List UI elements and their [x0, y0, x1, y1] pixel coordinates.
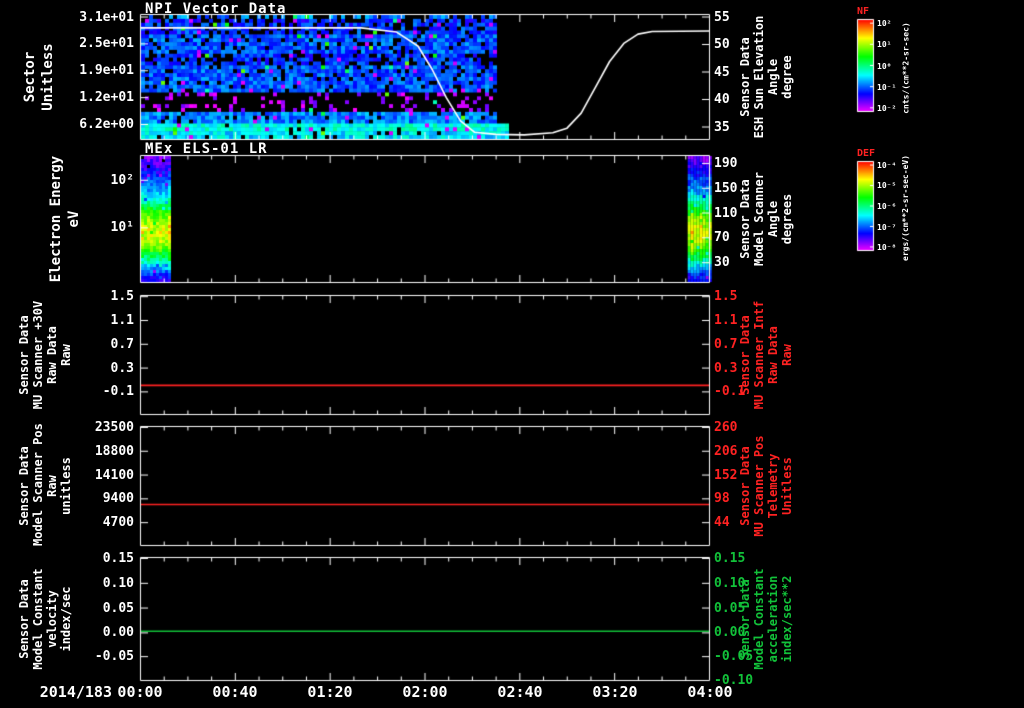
y-tick-label-right: 0.7	[714, 336, 738, 352]
y-tick-label-right: 55	[714, 9, 730, 25]
y-axis-right-label-line: Raw Data	[766, 326, 780, 384]
x-tick-label: 00:00	[117, 683, 163, 701]
y-tick-label-right: 260	[714, 419, 738, 435]
y-axis-left-label-line: Raw	[45, 475, 59, 497]
colorbar-tick-label: 10¹	[877, 40, 892, 50]
y-tick-label-left: 1.9e+01	[79, 63, 134, 79]
colorbar-tick-label: 10⁻²	[877, 104, 897, 114]
x-tick-label: 01:20	[307, 683, 353, 701]
y-axis-left-label-line: Unitless	[40, 43, 56, 111]
y-tick-label-right: 50	[714, 37, 730, 52]
y-tick-label-right: 44	[714, 515, 730, 531]
panel-title-npi: NPI Vector Data	[145, 1, 287, 17]
y-axis-right-label-line: Sensor Data	[738, 446, 752, 526]
y-tick-label-left: 6.2e+00	[79, 117, 134, 132]
x-tick-label: 00:40	[212, 683, 258, 701]
y-tick-label-right: 98	[714, 491, 730, 507]
colorbar-tick-label: 10⁻⁴	[877, 160, 897, 170]
y-tick-label-left: 1.2e+01	[79, 90, 134, 106]
colorbar-tick-label: 10⁻¹	[877, 82, 897, 92]
colorbar-tick-label: 10²	[877, 18, 892, 28]
y-axis-left-label-line: MU Scanner +30V	[31, 300, 45, 410]
y-tick-label-right: 150	[714, 180, 738, 196]
colorbar-tick-label: 10⁻⁷	[877, 222, 897, 232]
panel-title-els: MEx ELS-01 LR	[145, 141, 268, 157]
colorbar-tick-label: 10⁻⁶	[877, 202, 897, 211]
x-tick-label: 02:40	[497, 683, 543, 701]
colorbar-unit-label: ergs/(cm**2-sr-sec-eV)	[901, 155, 910, 261]
y-tick-label-right: 190	[714, 155, 738, 171]
x-tick-label: 02:00	[402, 683, 448, 701]
y-axis-right-label-line: acceleration	[766, 575, 780, 663]
y-axis-right-label-line: Sensor Data	[738, 37, 752, 117]
y-tick-label-left: 2.5e+01	[79, 36, 134, 52]
y-axis-left-label-line: eV	[66, 210, 82, 228]
y-tick-label-right: 0.3	[714, 360, 738, 376]
y-tick-label-left: 3.1e+01	[79, 9, 134, 25]
y-tick-label-right: 70	[714, 230, 730, 246]
y-axis-right-label-line: Unitless	[780, 457, 794, 515]
y-axis-left-label-line: Electron Energy	[48, 155, 64, 283]
y-axis-left-label-line: Raw Data	[45, 326, 59, 384]
y-tick-label-right: 1.5	[714, 289, 738, 305]
y-tick-label-right: 110	[714, 205, 738, 221]
y-axis-right-label-line: degree	[780, 55, 794, 99]
y-axis-left-label-line: Raw	[59, 344, 73, 366]
y-tick-label-right: 30	[714, 255, 730, 271]
y-tick-label-right: 206	[714, 443, 738, 459]
y-axis-left-label-line: unitless	[59, 457, 73, 515]
y-axis-right-label-line: Sensor Data	[738, 315, 752, 395]
y-axis-left-label-line: Model Constant	[31, 568, 45, 670]
y-axis-right-label-line: Raw	[780, 344, 794, 366]
x-tick-label: 04:00	[687, 683, 733, 701]
y-axis-right-label-line: index/sec**2	[780, 575, 794, 663]
y-axis-right-label-line: Model Scanner	[752, 172, 766, 266]
y-tick-label-right: 35	[714, 119, 730, 135]
y-axis-left-label-line: Sector	[22, 51, 38, 103]
colorbar-unit-label: cnts/(cm**2-sr-sec)	[901, 21, 910, 114]
y-axis-right-label-line: degrees	[780, 193, 794, 245]
y-axis-left-label-line: index/sec	[59, 586, 73, 652]
y-axis-right-label-line: Model Constant	[752, 568, 766, 670]
colorbar-tick-label: 10⁰	[877, 61, 892, 71]
y-axis-right-label-line: Telemetry	[766, 453, 780, 519]
y-axis-right-label-line: Sensor Data	[738, 579, 752, 659]
y-axis-right-label-line: ESH Sun Elevation	[752, 15, 766, 139]
y-axis-left-label-line: Sensor Data	[17, 446, 31, 526]
y-tick-label-right: 1.1	[714, 312, 738, 328]
plot-figure: NPI Vector Data MEx ELS-01 LR 2014/183 3…	[0, 0, 1024, 708]
colorbar-name: DEF	[857, 148, 876, 159]
plot-canvas	[0, 0, 1024, 708]
colorbar-tick-label: 10⁻⁸	[877, 243, 897, 253]
y-axis-right-label-line: Sensor Data	[738, 179, 752, 259]
colorbar-name: NF	[857, 6, 870, 17]
y-axis-left-label-line: Model Scanner Pos	[31, 423, 45, 546]
colorbar-tick-label: 10⁻⁵	[877, 181, 897, 191]
y-axis-right-label-line: MU Scanner Pos	[752, 435, 766, 537]
y-tick-label-right: 45	[714, 64, 730, 80]
y-tick-label-right: 40	[714, 92, 730, 107]
y-axis-left-label-line: Sensor Data	[17, 315, 31, 395]
y-axis-right-label-line: Angle	[766, 58, 780, 96]
y-tick-label-right: 152	[714, 467, 738, 483]
x-tick-label: 03:20	[592, 683, 638, 701]
y-axis-left-label-line: velocity	[45, 590, 59, 648]
y-axis-left-label-line: Sensor Data	[17, 579, 31, 659]
y-axis-right-label-line: MU Scanner Intf	[752, 300, 766, 410]
y-axis-right-label-line: Angle	[766, 200, 780, 238]
